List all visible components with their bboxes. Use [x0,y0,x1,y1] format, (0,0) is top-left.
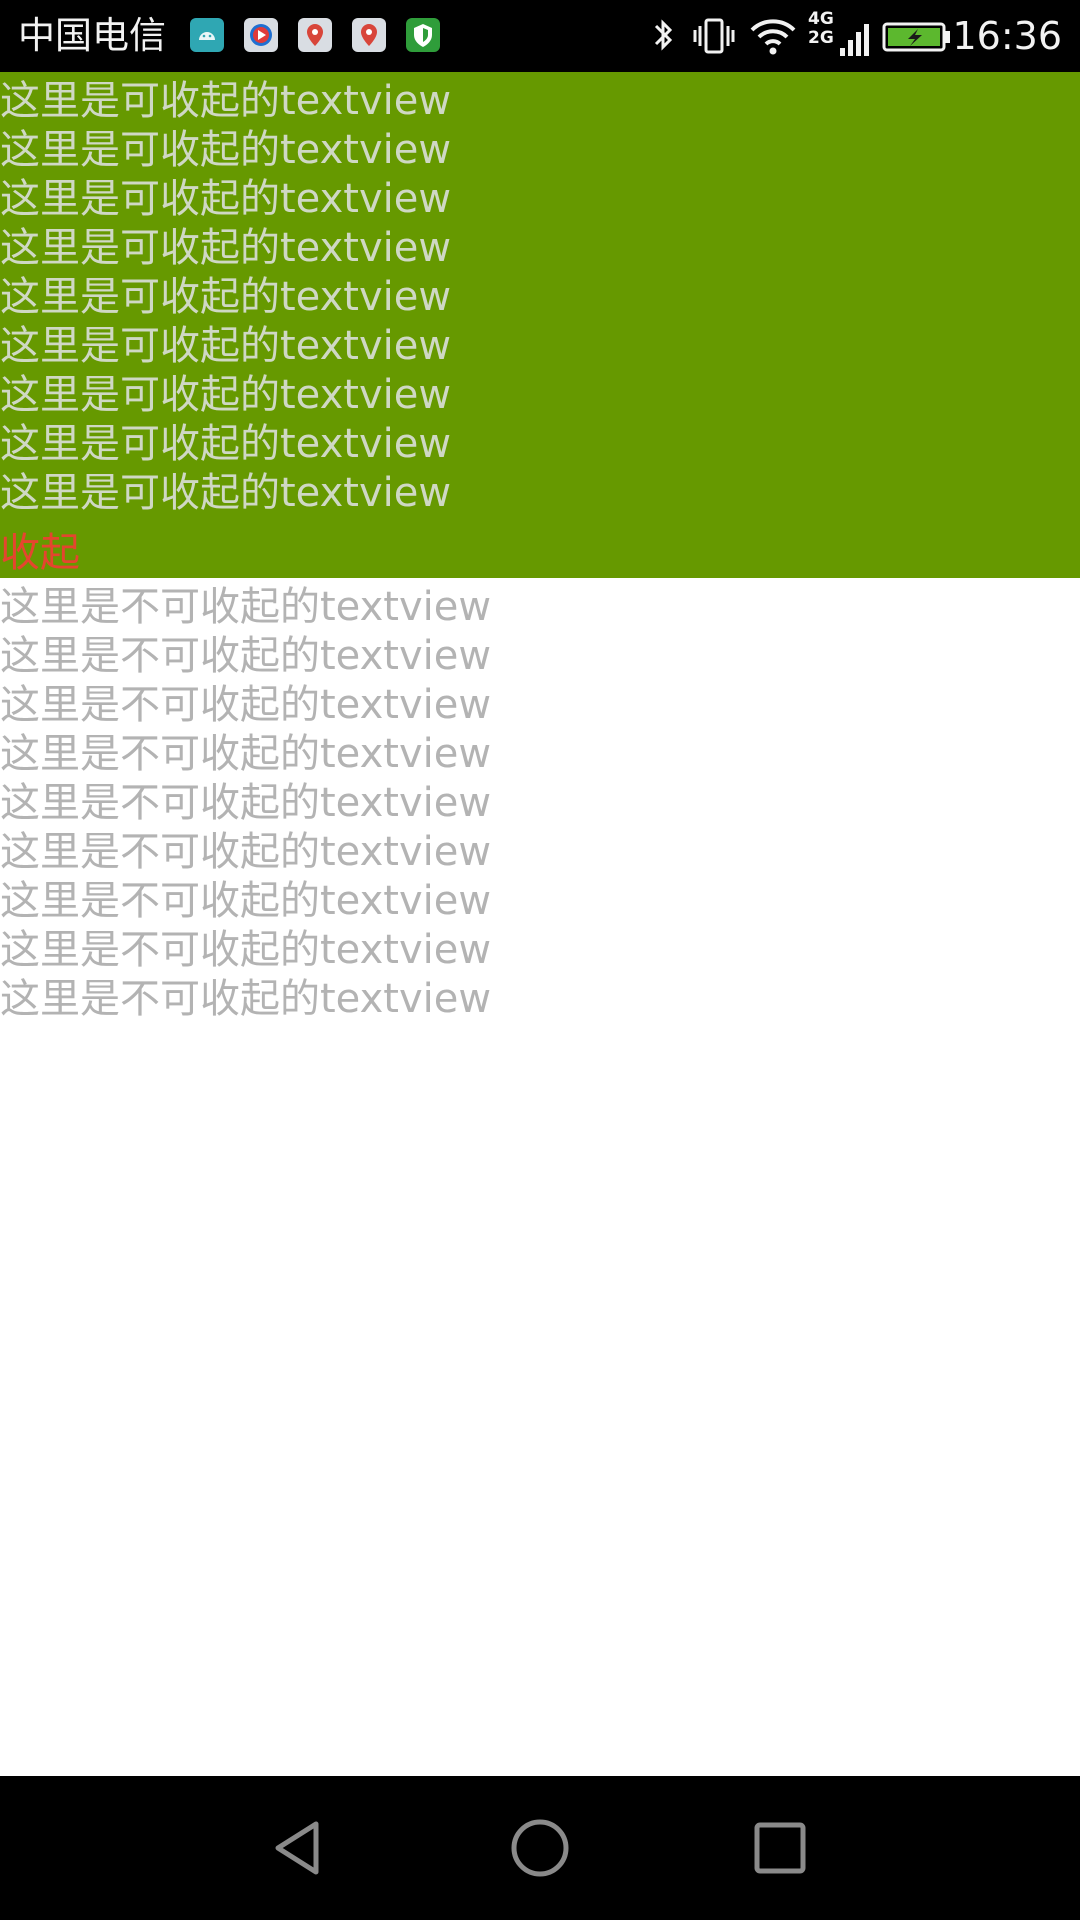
fixed-line: 这里是不可收起的textview [0,682,492,728]
fixed-line: 这里是不可收起的textview [0,976,492,1022]
back-button[interactable] [268,1816,332,1880]
fixed-line: 这里是不可收起的textview [0,633,492,679]
carrier-name: 中国电信 [18,14,166,57]
bluetooth-icon [648,14,678,58]
collapsible-line: 这里是可收起的textview [0,274,452,320]
network-type-label: 4G 2G [808,10,838,48]
signal-icon [838,14,874,62]
home-button[interactable] [508,1816,572,1880]
collapsible-line: 这里是可收起的textview [0,225,452,271]
status-bar: 中国电信 4G 2G 16:36 [0,0,1080,72]
navigation-bar [0,1776,1080,1920]
recent-apps-icon [754,1822,806,1874]
collapsible-line: 这里是可收起的textview [0,78,452,124]
clock: 16:36 [952,14,1062,58]
collapsible-line: 这里是可收起的textview [0,372,452,418]
battery-charging-icon [882,22,952,52]
collapsible-line: 这里是可收起的textview [0,323,452,369]
network-type-4g: 4G [808,9,834,29]
fixed-line: 这里是不可收起的textview [0,878,492,924]
fixed-line: 这里是不可收起的textview [0,731,492,777]
map-app-icon [298,18,332,52]
map-app-icon [352,18,386,52]
collapsible-textview: 这里是可收起的textview 这里是可收起的textview 这里是可收起的t… [0,72,1080,578]
collapsible-line: 这里是可收起的textview [0,421,452,467]
fixed-textview: 这里是不可收起的textview 这里是不可收起的textview 这里是不可收… [0,578,1080,1028]
vibrate-icon [692,14,736,58]
collapsible-line: 这里是可收起的textview [0,127,452,173]
back-icon [275,1821,319,1875]
fixed-line: 这里是不可收起的textview [0,584,492,630]
phone-screen: 中国电信 4G 2G 16:36 这里是可收起的textview 这里是可收起的… [0,0,1080,1920]
security-shield-icon [406,18,440,52]
collapsible-line: 这里是可收起的textview [0,470,452,516]
collapsible-line: 这里是可收起的textview [0,176,452,222]
home-icon [511,1819,569,1877]
android-notification-icon [190,18,224,52]
recent-apps-button[interactable] [748,1816,812,1880]
wifi-icon [748,14,798,58]
fixed-line: 这里是不可收起的textview [0,780,492,826]
video-app-icon [244,18,278,52]
collapse-button[interactable]: 收起 [0,527,80,579]
fixed-line: 这里是不可收起的textview [0,829,492,875]
network-type-2g: 2G [808,28,834,48]
fixed-line: 这里是不可收起的textview [0,927,492,973]
